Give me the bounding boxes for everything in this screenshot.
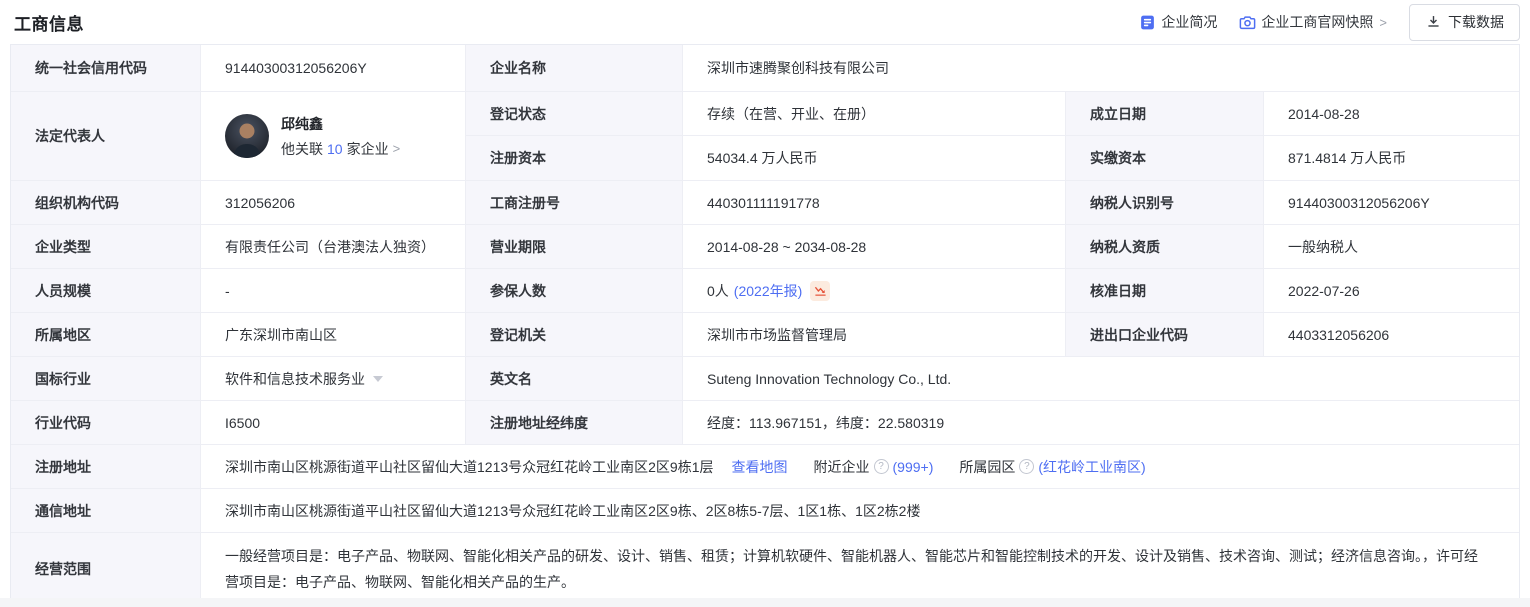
business-scope-text: 一般经营项目是：电子产品、物联网、智能化相关产品的研发、设计、销售、租赁；计算机… bbox=[225, 548, 1478, 590]
org-code-label: 组织机构代码 bbox=[11, 181, 201, 224]
insured-count-cell: 0人 (2022年报) bbox=[683, 269, 1066, 312]
official-snapshot-link[interactable]: 企业工商官网快照 > bbox=[1239, 12, 1387, 32]
taxpayer-quality-label: 纳税人资质 bbox=[1066, 225, 1264, 268]
download-data-button[interactable]: 下载数据 bbox=[1409, 4, 1520, 41]
import-export-code-value: 4403312056206 bbox=[1264, 313, 1519, 356]
industry-code-label: 行业代码 bbox=[11, 401, 201, 444]
reg-number-value: 440301111191778 bbox=[683, 181, 1066, 224]
org-code-value: 312056206 bbox=[201, 181, 466, 224]
insured-count-label: 参保人数 bbox=[466, 269, 683, 312]
coordinates-label: 注册地址经纬度 bbox=[466, 401, 683, 444]
business-term-value: 2014-08-28 ~ 2034-08-28 bbox=[683, 225, 1066, 268]
company-name-value: 深圳市速腾聚创科技有限公司 bbox=[683, 45, 1519, 91]
reg-status-value: 存续（在营、开业、在册） bbox=[683, 92, 1066, 136]
established-date-label: 成立日期 bbox=[1066, 92, 1264, 136]
company-type-value: 有限责任公司（台港澳法人独资） bbox=[201, 225, 466, 268]
industry-value: 软件和信息技术服务业 bbox=[225, 368, 365, 390]
table-row: 国标行业 软件和信息技术服务业 英文名 Suteng Innovation Te… bbox=[11, 357, 1519, 401]
industry-label: 国标行业 bbox=[11, 357, 201, 400]
download-icon bbox=[1425, 14, 1442, 31]
section-title: 工商信息 bbox=[14, 10, 84, 35]
annual-report-link[interactable]: (2022年报) bbox=[734, 280, 802, 302]
table-row: 通信地址 深圳市南山区桃源街道平山社区留仙大道1213号众冠红花岭工业南区2区9… bbox=[11, 489, 1519, 533]
camera-icon bbox=[1239, 14, 1256, 31]
business-info-header: 工商信息 企业简况 企业工商官网快照 > 下载数据 bbox=[0, 0, 1530, 44]
table-row: 组织机构代码 312056206 工商注册号 440301111191778 纳… bbox=[11, 181, 1519, 225]
company-profile-label: 企业简况 bbox=[1161, 12, 1217, 32]
legal-rep-label: 法定代表人 bbox=[11, 92, 201, 180]
industry-cell[interactable]: 软件和信息技术服务业 bbox=[201, 357, 466, 400]
page-bottom-strip bbox=[0, 598, 1530, 607]
table-row: 统一社会信用代码 91440300312056206Y 企业名称 深圳市速腾聚创… bbox=[11, 45, 1519, 92]
table-row: 行业代码 I6500 注册地址经纬度 经度：113.967151，纬度：22.5… bbox=[11, 401, 1519, 445]
company-profile-link[interactable]: 企业简况 bbox=[1139, 12, 1217, 32]
table-row: 法定代表人 邱纯鑫 他关联 10 家企业 > 登记状态 存续（在营、开业、在册） bbox=[11, 92, 1519, 181]
help-icon[interactable]: ? bbox=[1019, 459, 1034, 474]
official-snapshot-label: 企业工商官网快照 bbox=[1261, 12, 1373, 32]
chevron-right-icon: > bbox=[1379, 15, 1387, 30]
region-label: 所属地区 bbox=[11, 313, 201, 356]
table-row: 所属地区 广东深圳市南山区 登记机关 深圳市市场监督管理局 进出口企业代码 44… bbox=[11, 313, 1519, 357]
header-actions: 企业简况 企业工商官网快照 > 下载数据 bbox=[1139, 4, 1520, 41]
business-term-label: 营业期限 bbox=[466, 225, 683, 268]
industrial-park-link[interactable]: (红花岭工业南区) bbox=[1038, 456, 1145, 478]
reg-address-cell: 深圳市南山区桃源街道平山社区留仙大道1213号众冠红花岭工业南区2区9栋1层 查… bbox=[201, 445, 1519, 488]
staff-size-value: - bbox=[201, 269, 466, 312]
legal-rep-avatar[interactable] bbox=[225, 114, 269, 158]
taxpayer-id-value: 91440300312056206Y bbox=[1264, 181, 1519, 224]
established-date-value: 2014-08-28 bbox=[1264, 92, 1519, 136]
english-name-value: Suteng Innovation Technology Co., Ltd. bbox=[683, 357, 1519, 400]
document-icon bbox=[1139, 14, 1156, 31]
reg-capital-value: 54034.4 万人民币 bbox=[683, 136, 1066, 180]
relation-count-link[interactable]: 10 bbox=[327, 138, 343, 160]
insured-count-value: 0人 bbox=[707, 280, 729, 302]
table-row: 注册地址 深圳市南山区桃源街道平山社区留仙大道1213号众冠红花岭工业南区2区9… bbox=[11, 445, 1519, 489]
view-map-link[interactable]: 查看地图 bbox=[732, 456, 788, 478]
chevron-right-icon[interactable]: > bbox=[393, 138, 401, 160]
reg-address-value: 深圳市南山区桃源街道平山社区留仙大道1213号众冠红花岭工业南区2区9栋1层 bbox=[225, 456, 714, 478]
staff-trend-chart-icon[interactable] bbox=[810, 281, 830, 301]
reg-address-label: 注册地址 bbox=[11, 445, 201, 488]
approval-date-label: 核准日期 bbox=[1066, 269, 1264, 312]
reg-authority-value: 深圳市市场监督管理局 bbox=[683, 313, 1066, 356]
reg-capital-label: 注册资本 bbox=[466, 136, 683, 180]
credit-code-label: 统一社会信用代码 bbox=[11, 45, 201, 91]
business-scope-value: 一般经营项目是：电子产品、物联网、智能化相关产品的研发、设计、销售、租赁；计算机… bbox=[201, 533, 1519, 605]
nearby-companies-label: 附近企业 bbox=[814, 456, 870, 478]
reg-status-label: 登记状态 bbox=[466, 92, 683, 136]
relation-prefix: 他关联 bbox=[281, 138, 323, 160]
company-type-label: 企业类型 bbox=[11, 225, 201, 268]
table-row: 企业类型 有限责任公司（台港澳法人独资） 营业期限 2014-08-28 ~ 2… bbox=[11, 225, 1519, 269]
staff-size-label: 人员规模 bbox=[11, 269, 201, 312]
legal-rep-name[interactable]: 邱纯鑫 bbox=[281, 113, 400, 135]
reg-number-label: 工商注册号 bbox=[466, 181, 683, 224]
company-name-label: 企业名称 bbox=[466, 45, 683, 91]
industrial-park-label: 所属园区 bbox=[959, 456, 1015, 478]
business-scope-label: 经营范围 bbox=[11, 533, 201, 605]
coordinates-value: 经度：113.967151，纬度：22.580319 bbox=[683, 401, 1519, 444]
credit-code-value: 91440300312056206Y bbox=[201, 45, 466, 91]
mail-address-value: 深圳市南山区桃源街道平山社区留仙大道1213号众冠红花岭工业南区2区9栋、2区8… bbox=[201, 489, 1519, 532]
english-name-label: 英文名 bbox=[466, 357, 683, 400]
taxpayer-id-label: 纳税人识别号 bbox=[1066, 181, 1264, 224]
approval-date-value: 2022-07-26 bbox=[1264, 269, 1519, 312]
relation-suffix: 家企业 bbox=[347, 138, 389, 160]
paid-capital-value: 871.4814 万人民币 bbox=[1264, 136, 1519, 180]
import-export-code-label: 进出口企业代码 bbox=[1066, 313, 1264, 356]
legal-rep-cell: 邱纯鑫 他关联 10 家企业 > bbox=[201, 92, 466, 180]
nearby-companies-count-link[interactable]: (999+) bbox=[893, 456, 934, 478]
business-info-table: 统一社会信用代码 91440300312056206Y 企业名称 深圳市速腾聚创… bbox=[10, 44, 1520, 606]
reg-authority-label: 登记机关 bbox=[466, 313, 683, 356]
region-value: 广东深圳市南山区 bbox=[201, 313, 466, 356]
caret-down-icon bbox=[373, 376, 383, 382]
download-data-label: 下载数据 bbox=[1448, 12, 1504, 32]
table-row: 经营范围 一般经营项目是：电子产品、物联网、智能化相关产品的研发、设计、销售、租… bbox=[11, 533, 1519, 605]
paid-capital-label: 实缴资本 bbox=[1066, 136, 1264, 180]
mail-address-label: 通信地址 bbox=[11, 489, 201, 532]
help-icon[interactable]: ? bbox=[874, 459, 889, 474]
taxpayer-quality-value: 一般纳税人 bbox=[1264, 225, 1519, 268]
table-row: 人员规模 - 参保人数 0人 (2022年报) 核准日期 2022-07-26 bbox=[11, 269, 1519, 313]
industry-code-value: I6500 bbox=[201, 401, 466, 444]
